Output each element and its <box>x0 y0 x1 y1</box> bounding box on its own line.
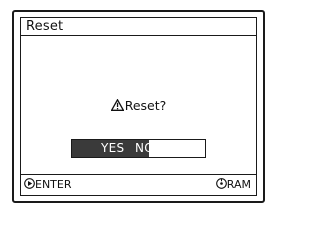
dialog-footer: ENTER RAM <box>20 174 257 196</box>
media-indicator: RAM <box>215 178 251 191</box>
dialog-title: Reset <box>26 19 64 34</box>
warning-icon <box>110 99 124 111</box>
dialog-body: Reset? YES NO <box>20 36 257 174</box>
no-option[interactable]: NO <box>135 141 154 155</box>
reset-prompt: Reset? <box>21 98 256 113</box>
reset-prompt-text: Reset? <box>124 98 167 113</box>
media-label: RAM <box>226 178 251 191</box>
disc-icon <box>215 178 227 189</box>
dialog-title-bar: Reset <box>20 17 257 36</box>
reset-dialog-frame: Reset Reset? YES NO ENTER RAM <box>12 10 265 203</box>
yes-no-selector[interactable]: YES NO <box>71 139 206 158</box>
enter-hint: ENTER <box>24 178 72 191</box>
enter-label: ENTER <box>35 178 72 191</box>
yes-option[interactable]: YES <box>101 141 124 155</box>
play-icon <box>24 178 35 189</box>
